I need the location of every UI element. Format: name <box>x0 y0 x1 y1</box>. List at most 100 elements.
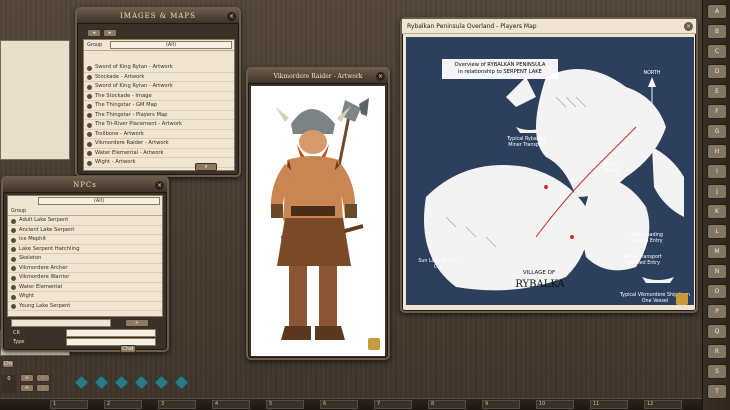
npc-list-item[interactable]: Adult Lake Serpent <box>8 216 162 226</box>
npc-filter-row: (All) <box>8 196 162 206</box>
map-close-icon[interactable]: × <box>684 22 693 31</box>
artwork-image <box>251 86 385 356</box>
image-list-item[interactable]: The Stockade - Image <box>84 92 234 101</box>
sidebar-button[interactable]: I <box>707 164 727 179</box>
sidebar-button[interactable]: L <box>707 224 727 239</box>
npc-list-item[interactable]: Wight <box>8 292 162 302</box>
image-list-item[interactable]: Water Elemental - Artwork <box>84 149 234 158</box>
images-maps-window[interactable]: IMAGES & MAPS × ◂ ▸ Group (All) Sword of… <box>75 7 241 177</box>
npc-list: Adult Lake Serpent Ancient Lake Serpent Ic… <box>8 216 162 311</box>
npc-cr-row: CR <box>11 329 161 338</box>
sidebar-button[interactable]: H <box>707 144 727 159</box>
map-canvas[interactable]: Overview of RYBALKAN PENINSULA in relati… <box>406 37 694 305</box>
image-list-item[interactable]: Trollbone - Artwork <box>84 130 234 139</box>
sidebar-button[interactable]: E <box>707 84 727 99</box>
hotkey-slot[interactable]: 1 <box>50 400 88 409</box>
npc-cr-field[interactable] <box>66 329 156 337</box>
sidebar-button[interactable]: B <box>707 24 727 39</box>
images-search-button[interactable]: ▾ <box>195 163 217 171</box>
artwork-close-icon[interactable]: × <box>376 72 385 81</box>
hotkey-slot[interactable]: 6 <box>320 400 358 409</box>
hotkey-slot[interactable]: 4 <box>212 400 250 409</box>
sidebar-button[interactable]: O <box>707 284 727 299</box>
hotkey-slot[interactable]: 8 <box>428 400 466 409</box>
npc-list-area: (All) Group Adult Lake Serpent Ancient La… <box>7 195 163 317</box>
images-mode-button-2[interactable]: ▸ <box>103 29 117 37</box>
map-share-icon[interactable] <box>676 293 688 305</box>
sidebar-button[interactable]: N <box>707 264 727 279</box>
viking-raider-illustration <box>270 98 369 340</box>
sidebar-button[interactable]: G <box>707 124 727 139</box>
map-title: Rybalkan Peninsula Overland - Players Ma… <box>402 19 696 34</box>
npc-list-item[interactable]: Skeleton <box>8 254 162 264</box>
hotkey-slot[interactable]: 9 <box>482 400 520 409</box>
sidebar-button[interactable]: S <box>707 364 727 379</box>
artwork-share-icon[interactable] <box>368 338 380 350</box>
hotkey-slot[interactable]: 5 <box>266 400 304 409</box>
sidebar-button[interactable]: C <box>707 44 727 59</box>
chat-button[interactable]: Chat <box>120 345 136 353</box>
hotkey-slot[interactable]: 11 <box>590 400 628 409</box>
dice-option-4[interactable]: - <box>36 384 50 392</box>
npc-close-icon[interactable]: × <box>155 181 164 190</box>
sidebar-button[interactable]: D <box>707 64 727 79</box>
north-label: NORTH <box>643 71 661 76</box>
sidebar-button[interactable]: K <box>707 204 727 219</box>
artwork-title: Vikmordere Raider - Artwork <box>248 69 388 84</box>
image-list-item[interactable]: Vikmordere Raider - Artwork <box>84 139 234 149</box>
hotkey-slot[interactable]: 12 <box>644 400 682 409</box>
label-mine-loading: Mine Loading Cavern Entry <box>631 233 663 244</box>
label-burial-mound: Burial Mound <box>602 163 620 174</box>
npc-search-field[interactable] <box>11 319 111 327</box>
images-group-value: (All) <box>165 42 177 48</box>
images-group-row: Group (All) <box>84 40 234 51</box>
npc-list-item[interactable]: Water Elemental <box>8 283 162 292</box>
chat-button-label: Chat <box>122 346 134 352</box>
npc-add-button[interactable]: + <box>125 319 149 327</box>
images-close-icon[interactable]: × <box>227 12 236 21</box>
image-list-item[interactable]: Sword of King Rytan - Artwork <box>84 63 234 73</box>
map-window[interactable]: Rybalkan Peninsula Overland - Players Ma… <box>400 17 698 313</box>
npc-filter-select[interactable]: (All) <box>38 197 160 205</box>
hotkey-slot[interactable]: 7 <box>374 400 412 409</box>
hotkey-slot[interactable]: 10 <box>536 400 574 409</box>
image-list-item[interactable]: The Tri-River Placement - Artwork <box>84 120 234 130</box>
label-village-of: VILLAGE OF <box>522 270 556 276</box>
npc-group-row: Group <box>8 206 162 216</box>
modifier-box[interactable]: 0 <box>2 375 16 393</box>
dice-option-2[interactable]: - <box>36 374 50 382</box>
dice-option-1[interactable]: + <box>20 374 34 382</box>
sidebar-button[interactable]: R <box>707 344 727 359</box>
npc-type-label: Type <box>13 339 25 345</box>
images-group-label: Group <box>87 42 103 48</box>
images-mode-button[interactable]: ◂ <box>87 29 101 37</box>
npc-list-item[interactable]: Vikmordere Warrior <box>8 273 162 283</box>
artwork-window[interactable]: Vikmordere Raider - Artwork × <box>246 67 390 360</box>
hotkey-slot[interactable]: 2 <box>104 400 142 409</box>
image-list-item[interactable]: Sword of King Rytan - Artwork <box>84 82 234 92</box>
sidebar-button[interactable]: M <box>707 244 727 259</box>
sidebar-button[interactable]: T <box>707 384 727 399</box>
sidebar-button[interactable]: Q <box>707 324 727 339</box>
label-rybalka: RYBALKA <box>515 279 565 290</box>
npc-list-item[interactable]: Ancient Lake Serpent <box>8 226 162 235</box>
sidebar-button[interactable]: P <box>707 304 727 319</box>
npc-window[interactable]: NPCs × (All) Group Adult Lake Serpent Anc… <box>1 176 169 352</box>
image-list-item[interactable]: The Thingstar - GM Map <box>84 101 234 111</box>
npc-list-item[interactable]: Vikmordere Archer <box>8 264 162 273</box>
map-overview-callout: Overview of RYBALKAN PENINSULA in relati… <box>442 59 558 79</box>
sidebar-button[interactable]: F <box>707 104 727 119</box>
sidebar-button[interactable]: A <box>707 4 727 19</box>
images-maps-title: IMAGES & MAPS <box>77 9 239 24</box>
sidebar-button[interactable]: J <box>707 184 727 199</box>
hotkey-slot[interactable]: 3 <box>158 400 196 409</box>
npc-list-item[interactable]: Ice Mephit <box>8 235 162 245</box>
image-list-item[interactable]: Stockade - Artwork <box>84 73 234 82</box>
dice-option-3[interactable]: + <box>20 384 34 392</box>
npc-list-item[interactable]: Young Lake Serpent <box>8 302 162 311</box>
npc-list-item[interactable]: Lake Serpent Hatchling <box>8 245 162 254</box>
npc-type-field[interactable] <box>66 338 156 346</box>
image-list-item[interactable]: The Thingstar - Players Map <box>84 111 234 120</box>
images-group-select[interactable]: (All) <box>110 41 232 49</box>
left-panel-stub-top[interactable] <box>0 40 70 160</box>
